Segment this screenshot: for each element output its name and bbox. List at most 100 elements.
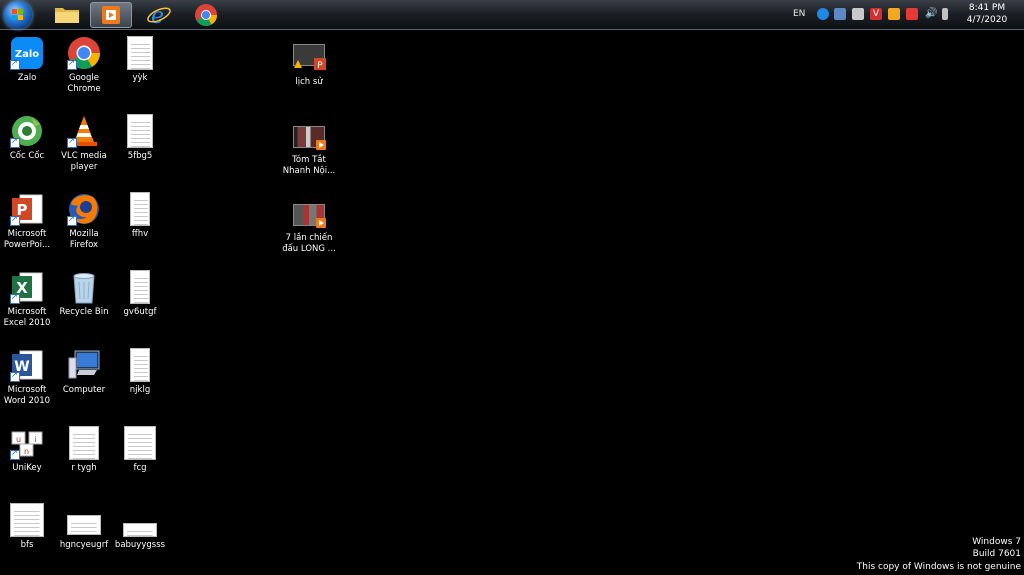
shortcut-arrow-icon — [10, 214, 20, 226]
desktop-icon-recycle-bin[interactable]: Recycle Bin — [54, 270, 114, 318]
doc-page — [67, 515, 101, 535]
icon-label: Mozilla Firefox — [69, 229, 99, 250]
clock-date: 4/7/2020 — [966, 15, 1008, 25]
powerpoint-icon: P — [10, 192, 44, 226]
network-icon[interactable] — [906, 8, 918, 20]
system-clock[interactable]: 8:41 PM 4/7/2020 — [958, 2, 1016, 26]
icon-label: VLC media player — [61, 151, 107, 172]
desktop-icon-babuyygsss[interactable]: babuyygsss — [110, 503, 170, 551]
internet-explorer-icon: e — [147, 4, 171, 29]
icon-label: ffhv — [131, 229, 149, 239]
desktop-icon-hgncyeugrf[interactable]: hgncyeugrf — [54, 503, 114, 551]
shortcut-arrow-icon — [67, 136, 77, 148]
svg-text:i: i — [34, 435, 36, 444]
desktop-icon-firefox[interactable]: Mozilla Firefox — [54, 192, 114, 251]
taskbar-internet-explorer[interactable]: e — [138, 2, 180, 29]
desktop-icon-unikey[interactable]: u in UniKey — [0, 426, 57, 474]
desktop-icon-bfs[interactable]: bfs — [0, 503, 57, 551]
document-thumbnail-icon — [123, 192, 157, 226]
volume-icon[interactable]: 🔊 — [925, 8, 937, 20]
icon-label: Microsoft PowerPoi... — [3, 229, 51, 250]
taskbar-media-player[interactable] — [90, 2, 132, 28]
svg-text:u: u — [16, 435, 21, 444]
desktop-icon-tom-tat[interactable]: Tóm Tắt Nhanh Nội... — [279, 118, 339, 177]
taskbar-chrome[interactable] — [185, 2, 227, 28]
desktop-icon-powerpoint[interactable]: P Microsoft PowerPoi... — [0, 192, 57, 251]
svg-text:P: P — [317, 61, 323, 70]
desktop-icon-5fbg5[interactable]: 5fbg5 — [110, 114, 170, 162]
zalo-tray-icon[interactable] — [817, 8, 829, 20]
desktop-icon-computer[interactable]: Computer — [54, 348, 114, 396]
zalo-icon: Zalo — [10, 36, 44, 70]
powerpoint-badge-icon: P — [314, 58, 326, 70]
doc-page — [10, 503, 44, 537]
video-thumbnail-icon — [292, 118, 326, 152]
desktop-icon-google-chrome[interactable]: Google Chrome — [54, 36, 114, 95]
media-badge-icon — [316, 218, 326, 228]
taskbar: e EN V 🔊 8:41 PM 4/7/2020 — [0, 0, 1024, 30]
network-share-icon[interactable] — [834, 8, 846, 20]
word-icon: W — [10, 348, 44, 382]
media-player-icon — [102, 6, 120, 24]
unikey-icon: u in — [10, 426, 44, 460]
icon-label: Cốc Cốc — [9, 151, 45, 161]
chrome-icon — [195, 4, 217, 26]
icon-label: lịch sử — [295, 77, 323, 87]
doc-page — [130, 192, 150, 226]
desktop-icon-zalo[interactable]: Zalo Zalo — [0, 36, 57, 84]
desktop-icon-ffhv[interactable]: ffhv — [110, 192, 170, 240]
svg-text:e: e — [151, 4, 164, 28]
icon-label: hgncyeugrf — [59, 540, 109, 550]
desktop-icon-word[interactable]: W Microsoft Word 2010 — [0, 348, 57, 407]
desktop-icon-coc-coc[interactable]: Cốc Cốc — [0, 114, 57, 162]
icon-label: Recycle Bin — [59, 307, 109, 317]
excel-icon: X — [10, 270, 44, 304]
doc-page — [69, 426, 99, 460]
document-thumbnail-icon — [67, 426, 101, 460]
taskbar-file-explorer[interactable] — [46, 2, 88, 28]
icon-label: 7 lần chiến đấu LONG ... — [282, 233, 336, 254]
device-icon[interactable] — [852, 8, 864, 20]
icon-label: fcg — [133, 463, 147, 473]
icon-label: Computer — [62, 385, 106, 395]
desktop-icon-vlc[interactable]: VLC media player — [54, 114, 114, 173]
desktop-icon-r-tygh[interactable]: r tygh — [54, 426, 114, 474]
document-thumbnail-icon — [123, 426, 157, 460]
desktop-icon-njklg[interactable]: njklg — [110, 348, 170, 396]
desktop-icon-lich-su[interactable]: P lịch sử — [279, 40, 339, 88]
shortcut-arrow-icon — [10, 292, 20, 304]
doc-page — [130, 270, 150, 304]
icon-label: Microsoft Excel 2010 — [3, 307, 51, 328]
icon-label: bfs — [20, 540, 34, 550]
desktop-icon-gv6utgf[interactable]: gv6utgf — [110, 270, 170, 318]
icon-label: Tóm Tắt Nhanh Nội... — [282, 155, 336, 176]
desktop-icon-yyk[interactable]: yỳk — [110, 36, 170, 84]
document-thumbnail-icon — [123, 503, 157, 537]
desktop-icon-fcg[interactable]: fcg — [110, 426, 170, 474]
presentation-thumbnail-icon: P — [292, 40, 326, 74]
flag-icon[interactable] — [888, 8, 900, 20]
watermark-genuine-notice: This copy of Windows is not genuine — [856, 561, 1021, 572]
watermark-build: Build 7601 — [972, 549, 1021, 559]
watermark-os-name: Windows 7 — [972, 536, 1021, 547]
document-thumbnail-icon — [123, 270, 157, 304]
icon-label: Zalo — [17, 73, 37, 83]
language-indicator[interactable]: EN — [793, 9, 805, 19]
unikey-tray-icon[interactable]: V — [870, 8, 882, 20]
shortcut-arrow-icon — [67, 58, 77, 70]
desktop-icon-7-lan-chien[interactable]: 7 lần chiến đấu LONG ... — [279, 196, 339, 255]
icon-label: UniKey — [12, 463, 42, 473]
power-icon[interactable] — [942, 8, 948, 20]
recycle-bin-icon — [67, 270, 101, 304]
start-button[interactable] — [4, 1, 32, 29]
svg-text:Zalo: Zalo — [15, 49, 39, 60]
doc-page — [127, 114, 153, 148]
windows-not-genuine-watermark: Windows 7 Build 7601 This copy of Window… — [857, 536, 1021, 574]
folder-icon — [55, 8, 79, 23]
desktop-icon-excel[interactable]: X Microsoft Excel 2010 — [0, 270, 57, 329]
document-thumbnail-icon — [123, 114, 157, 148]
chrome-icon — [67, 36, 101, 70]
document-thumbnail-icon — [10, 503, 44, 537]
warning-icon — [294, 60, 302, 68]
doc-page — [130, 348, 150, 382]
